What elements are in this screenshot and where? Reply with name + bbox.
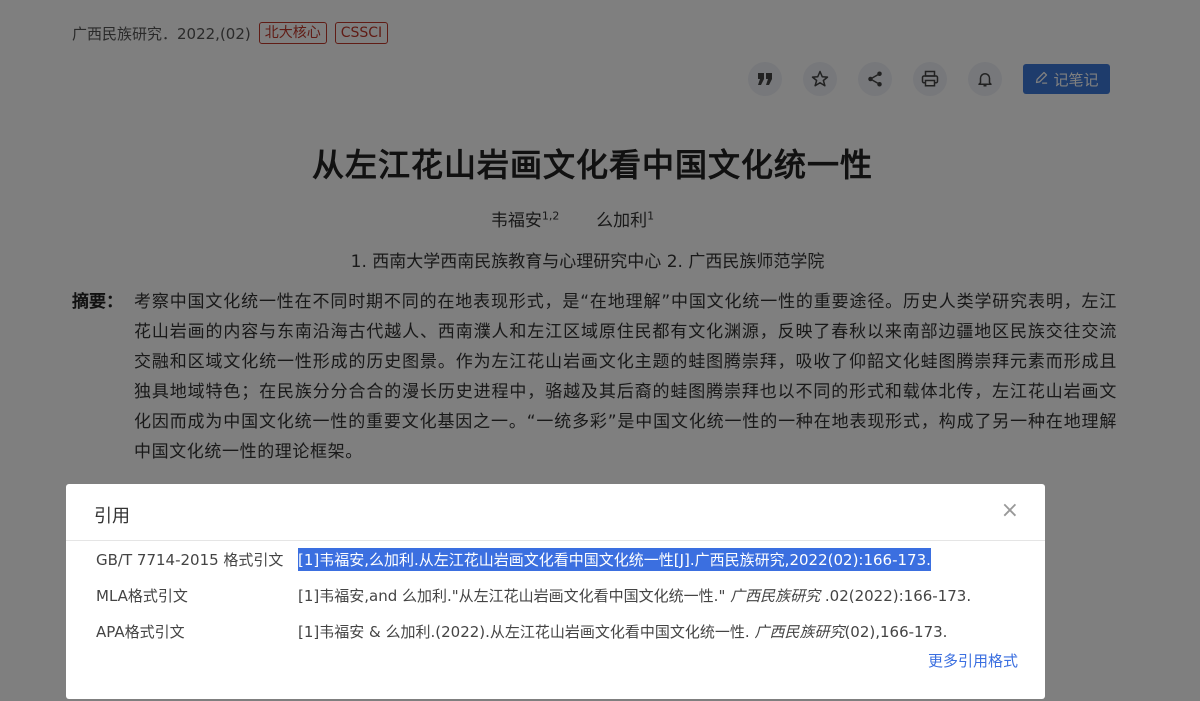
citation-format-label: APA格式引文	[96, 623, 185, 641]
citation-row-mla: MLA格式引文 [1]韦福安,and 么加利."从左江花山岩画文化看中国文化统一…	[96, 585, 971, 606]
citation-journal: 广西民族研究	[730, 587, 821, 605]
citation-format-label: MLA格式引文	[96, 587, 188, 605]
close-icon[interactable]: ×	[1001, 500, 1019, 522]
citation-text[interactable]: [1]韦福安 & 么加利.(2022).从左江花山岩画文化看中国文化统一性. 广…	[298, 621, 947, 642]
citation-journal: 广西民族研究	[754, 623, 845, 641]
more-citation-formats-link[interactable]: 更多引用格式	[928, 650, 1018, 671]
citation-row-gbt: GB/T 7714-2015 格式引文 [1]韦福安,么加利.从左江花山岩画文化…	[96, 548, 931, 571]
citation-text[interactable]: [1]韦福安,and 么加利."从左江花山岩画文化看中国文化统一性." 广西民族…	[298, 585, 971, 606]
dialog-title: 引用	[94, 506, 130, 527]
citation-row-apa: APA格式引文 [1]韦福安 & 么加利.(2022).从左江花山岩画文化看中国…	[96, 621, 947, 642]
citation-format-label: GB/T 7714-2015 格式引文	[96, 551, 284, 569]
citation-dialog: 引用 × GB/T 7714-2015 格式引文 [1]韦福安,么加利.从左江花…	[66, 484, 1045, 699]
citation-text[interactable]: [1]韦福安,么加利.从左江花山岩画文化看中国文化统一性[J].广西民族研究,2…	[298, 548, 931, 571]
dialog-header: 引用 ×	[66, 484, 1045, 541]
